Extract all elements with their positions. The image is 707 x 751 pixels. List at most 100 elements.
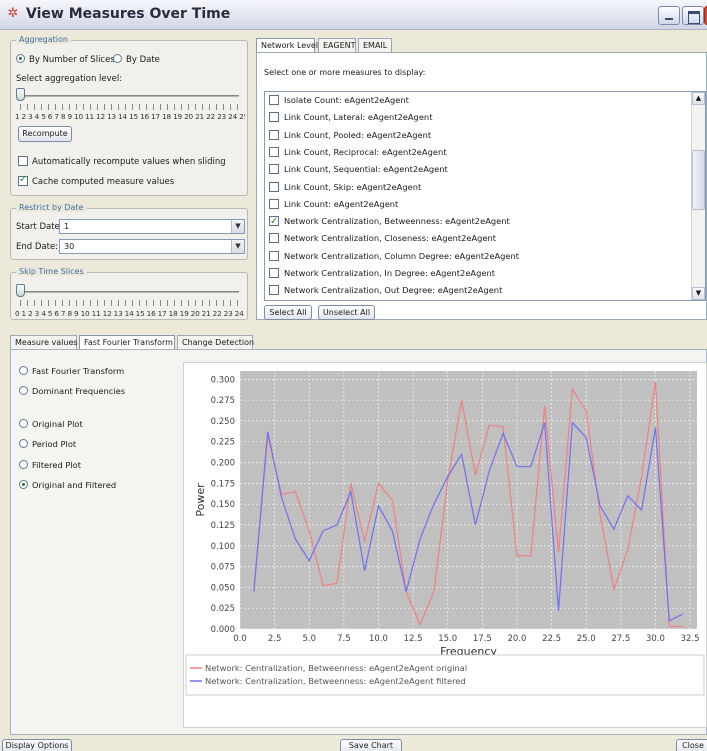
y-tick-label: 0.025	[211, 604, 235, 614]
y-tick-label: 0.200	[211, 459, 235, 469]
aggregation-ticks	[20, 104, 240, 110]
x-tick-label: 30.0	[646, 634, 665, 644]
radio-icon	[19, 480, 28, 489]
skip-slider-thumb[interactable]	[16, 284, 25, 297]
scroll-thumb[interactable]	[692, 150, 705, 210]
skip-slider-track[interactable]	[19, 291, 239, 293]
measure-item[interactable]: Link Count, Skip: eAgent2eAgent	[269, 179, 421, 195]
checkbox-icon[interactable]	[269, 146, 279, 157]
checkbox-icon	[18, 174, 28, 186]
fft-option-radio[interactable]: Dominant Frequencies	[19, 386, 125, 396]
dropdown-arrow-icon: ▼	[231, 220, 244, 233]
y-tick-label: 0.125	[211, 521, 235, 531]
checkbox-icon[interactable]	[269, 250, 279, 261]
window-title: View Measures Over Time	[26, 6, 231, 22]
measure-item[interactable]: Link Count, Reciprocal: eAgent2eAgent	[269, 144, 446, 160]
start-date-select[interactable]: 1 ▼	[59, 219, 245, 234]
scroll-up-arrow-icon[interactable]: ▲	[692, 92, 705, 105]
tab-fast-fourier-transform[interactable]: Fast Fourier Transform	[79, 335, 175, 350]
measure-item[interactable]: Link Count, Lateral: eAgent2eAgent	[269, 109, 432, 125]
x-tick-label: 25.0	[577, 634, 596, 644]
measure-item[interactable]: Network Centralization, Closeness: eAgen…	[269, 230, 496, 246]
checkbox-icon[interactable]	[269, 233, 279, 244]
cache-values-checkbox[interactable]: Cache computed measure values	[18, 174, 174, 187]
measures-scrollbar[interactable]: ▲ ▼	[691, 92, 705, 300]
radio-icon	[19, 366, 28, 375]
save-chart-button[interactable]: Save Chart As...	[340, 739, 402, 751]
measure-label: Link Count, Sequential: eAgent2eAgent	[284, 164, 448, 175]
skip-slices-group: Skip Time Slices 0 1 2 3 4 5 6 7 8 9 10 …	[10, 267, 248, 320]
by-slices-label: By Number of Slices	[29, 55, 115, 65]
measure-item[interactable]: Link Count, Sequential: eAgent2eAgent	[269, 161, 448, 177]
close-button[interactable]: Close	[676, 739, 707, 751]
checkbox-icon[interactable]	[269, 129, 279, 140]
checkbox-icon[interactable]	[269, 285, 279, 296]
scroll-down-arrow-icon[interactable]: ▼	[692, 287, 705, 300]
measures-list[interactable]: Isolate Count: eAgent2eAgent Link Count, …	[264, 91, 706, 301]
radio-icon	[113, 54, 122, 63]
y-axis-label: Power	[194, 483, 207, 517]
measure-item[interactable]: Link Count: eAgent2eAgent	[269, 196, 398, 212]
fft-option-label: Dominant Frequencies	[32, 386, 126, 396]
auto-recompute-label: Automatically recompute values when slid…	[32, 157, 226, 167]
fft-option-radio[interactable]: Fast Fourier Transform	[19, 366, 124, 376]
y-tick-label: 0.100	[211, 542, 235, 552]
measure-label: Network Centralization, Column Degree: e…	[284, 250, 520, 261]
measure-item[interactable]: Network Centralization, Out Degree: eAge…	[269, 282, 502, 298]
tab-change-detection[interactable]: Change Detection	[177, 335, 254, 349]
measure-label: Network Centralization, Out Degree: eAge…	[284, 285, 503, 296]
measure-item[interactable]: Isolate Count: eAgent2eAgent	[269, 92, 409, 108]
fft-option-radio[interactable]: Original Plot	[19, 419, 83, 429]
checkbox-icon[interactable]	[269, 95, 279, 105]
aggregation-tick-numbers: 1 2 3 4 5 6 7 8 9 10 11 12 13 14 15 16 1…	[15, 112, 245, 121]
recompute-button[interactable]: Recompute	[18, 126, 72, 142]
auto-recompute-checkbox[interactable]: Automatically recompute values when slid…	[18, 156, 226, 167]
fft-option-radio[interactable]: Original and Filtered	[19, 480, 116, 490]
legend-entry: Network: Centralization, Betweenness: eA…	[205, 676, 466, 686]
measure-label: Network Centralization, In Degree: eAgen…	[284, 268, 495, 278]
measure-item[interactable]: Network Centralization, Column Degree: e…	[269, 248, 519, 264]
start-date-label: Start Date:	[16, 222, 63, 232]
restrict-date-title: Restrict by Date	[16, 203, 87, 212]
checkbox-icon[interactable]	[269, 112, 279, 123]
fft-chart-svg: 0.000 0.025 0.050 0.075 0.100 0.125 0.150 0.175…	[185, 371, 705, 696]
aggregation-slider-thumb[interactable]	[16, 88, 25, 101]
checkbox-icon[interactable]	[269, 198, 279, 209]
end-date-select[interactable]: 30 ▼	[59, 239, 245, 254]
tab-network-level[interactable]: Network Level	[256, 38, 318, 53]
select-all-button[interactable]: Select All	[264, 305, 312, 320]
checkbox-icon[interactable]	[269, 214, 279, 230]
x-tick-label: 12.5	[404, 634, 423, 644]
checkbox-icon[interactable]	[269, 164, 279, 175]
measure-label: Link Count, Pooled: eAgent2eAgent	[284, 129, 432, 140]
checkbox-icon[interactable]	[269, 268, 279, 278]
display-options-button[interactable]: Display Options	[2, 739, 72, 751]
tab-measure-values[interactable]: Measure values	[10, 335, 78, 349]
aggregation-slider-track[interactable]	[19, 95, 239, 97]
by-slices-radio[interactable]: By Number of Slices	[16, 54, 115, 65]
skip-slices-title: Skip Time Slices	[16, 267, 87, 276]
skip-ticks	[20, 300, 240, 306]
y-tick-label: 0.150	[211, 500, 235, 510]
fft-option-radio[interactable]: Filtered Plot	[19, 460, 81, 470]
x-tick-label: 0.0	[233, 634, 247, 644]
checkbox-icon[interactable]	[269, 181, 279, 192]
plot-area	[240, 371, 697, 629]
x-tick-label: 20.0	[508, 634, 527, 644]
skip-tick-numbers: 0 1 2 3 4 5 6 7 8 9 10 11 12 13 14 15 16…	[15, 309, 245, 318]
minimize-button[interactable]	[658, 6, 680, 25]
maximize-button[interactable]	[682, 6, 704, 25]
tab-eagent[interactable]: EAGENT	[318, 38, 356, 52]
title-bar: ✲ View Measures Over Time	[0, 0, 707, 30]
measure-item[interactable]: Network Centralization, Betweenness: eAg…	[269, 213, 510, 230]
unselect-all-button[interactable]: Unselect All	[318, 305, 375, 320]
measure-label: Isolate Count: eAgent2eAgent	[284, 95, 409, 105]
tab-email[interactable]: EMAIL	[358, 38, 392, 52]
x-tick-label: 15.0	[438, 634, 457, 644]
x-tick-label: 27.5	[611, 634, 630, 644]
fft-option-radio[interactable]: Period Plot	[19, 439, 76, 449]
measure-item[interactable]: Network Centralization, In Degree: eAgen…	[269, 265, 495, 281]
legend-entry: Network: Centralization, Betweenness: eA…	[205, 663, 467, 673]
measure-item[interactable]: Link Count, Pooled: eAgent2eAgent	[269, 127, 431, 143]
by-date-radio[interactable]: By Date	[113, 54, 160, 65]
